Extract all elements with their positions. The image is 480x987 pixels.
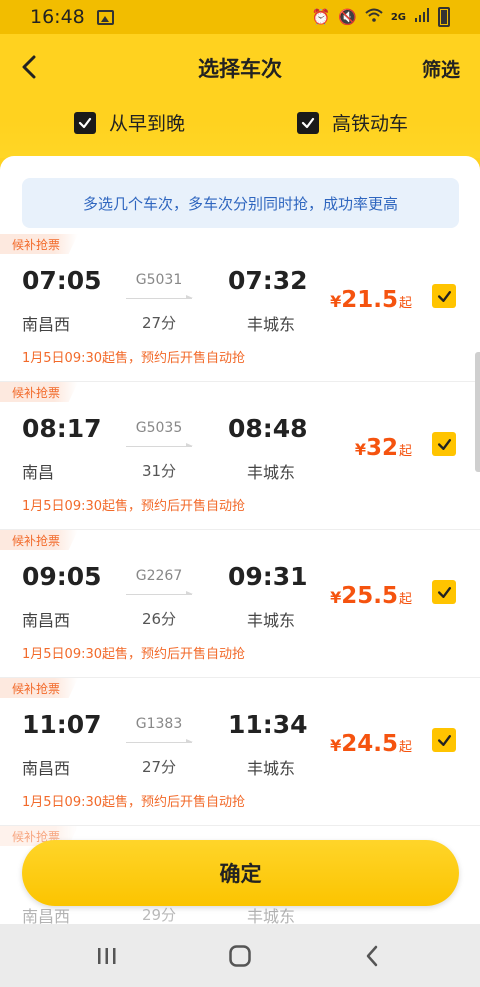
duration: 27分 (141, 314, 177, 332)
departure-time: 07:05 (22, 266, 102, 295)
price-suffix: 起 (398, 444, 412, 459)
select-train-checkbox[interactable] (432, 432, 456, 456)
status-time: 16:48 (30, 6, 85, 28)
duration: 31分 (141, 462, 177, 480)
duration: 26分 (141, 610, 177, 628)
train-list-panel: 多选几个车次，多车次分别同时抢，成功率更高 候补抢票 07:05 G5031 0… (0, 156, 480, 936)
back-arrow-icon (367, 945, 378, 966)
checkbox-checked-icon[interactable] (297, 111, 319, 134)
train-row[interactable]: 候补抢票 11:07 G1383 11:34 南昌西 27分 丰城东 ¥ 24.… (0, 678, 480, 826)
select-train-checkbox[interactable] (432, 728, 456, 752)
currency-symbol: ¥ (330, 588, 342, 607)
duration: 27分 (141, 758, 177, 776)
train-row[interactable]: 候补抢票 08:17 G5035 08:48 南昌 31分 丰城东 ¥ 32 起… (0, 382, 480, 530)
option-label: 从早到晚 (109, 113, 186, 135)
departure-station: 南昌西 (22, 315, 71, 334)
home-icon (229, 944, 251, 967)
checkbox-checked-icon[interactable] (74, 111, 96, 134)
mute-icon: 🔇 (338, 8, 357, 26)
train-number: G2267 (135, 568, 183, 584)
option-high-speed[interactable]: 高铁动车 (297, 109, 408, 136)
arrival-time: 11:34 (228, 710, 308, 739)
currency-symbol: ¥ (354, 440, 366, 459)
page-title: 选择车次 (198, 57, 282, 81)
price: ¥ 21.5 起 (330, 287, 412, 313)
arrow-icon (126, 295, 193, 299)
check-icon (437, 586, 451, 598)
arrival-time: 07:32 (228, 266, 308, 295)
check-icon (437, 290, 451, 302)
arrival-time: 09:31 (228, 562, 308, 591)
currency-symbol: ¥ (330, 736, 342, 755)
alarm-icon: ⏰ (311, 8, 331, 26)
price-suffix: 起 (398, 296, 412, 311)
currency-symbol: ¥ (330, 292, 342, 311)
price: ¥ 32 起 (355, 435, 412, 461)
train-number: G1383 (135, 716, 183, 732)
arrow-icon (126, 739, 193, 743)
home-button[interactable] (220, 936, 260, 976)
confirm-button[interactable]: 确定 (22, 840, 459, 906)
sale-note: 1月5日09:30起售，预约后开售自动抢 (22, 499, 246, 514)
recent-apps-button[interactable] (87, 936, 127, 976)
arrival-station: 丰城东 (247, 759, 296, 778)
header: 选择车次 筛选 从早到晚 高铁动车 (0, 34, 480, 158)
departure-time: 11:07 (22, 710, 102, 739)
departure-station: 南昌西 (22, 759, 71, 778)
arrival-station: 丰城东 (247, 611, 296, 630)
sale-note: 1月5日09:30起售，预约后开售自动抢 (22, 795, 246, 810)
sale-note: 1月5日09:30起售，预约后开售自动抢 (22, 351, 246, 366)
waitlist-tag: 候补抢票 (0, 234, 79, 254)
system-nav-bar (0, 924, 480, 987)
train-row[interactable]: 候补抢票 09:05 G2267 09:31 南昌西 26分 丰城东 ¥ 25.… (0, 530, 480, 678)
sale-note: 1月5日09:30起售，预约后开售自动抢 (22, 647, 246, 662)
departure-time: 08:17 (22, 414, 102, 443)
price: ¥ 24.5 起 (330, 731, 412, 757)
select-train-checkbox[interactable] (432, 284, 456, 308)
recent-apps-icon (97, 947, 116, 964)
departure-station: 南昌 (22, 463, 55, 482)
waitlist-tag: 候补抢票 (0, 382, 79, 402)
signal-icon (414, 7, 430, 27)
info-notice: 多选几个车次，多车次分别同时抢，成功率更高 (22, 178, 459, 228)
train-row[interactable]: 候补抢票 07:05 G5031 07:32 南昌西 27分 丰城东 ¥ 21.… (0, 234, 480, 382)
wifi-icon (365, 8, 383, 26)
price-amount: 21.5 (341, 287, 398, 313)
price-amount: 25.5 (341, 583, 398, 609)
departure-station: 南昌西 (22, 611, 71, 630)
option-early-to-late[interactable]: 从早到晚 (74, 109, 185, 136)
price: ¥ 25.5 起 (330, 583, 412, 609)
status-bar: 16:48 ⏰ 🔇 2G (0, 0, 480, 34)
arrival-time: 08:48 (228, 414, 308, 443)
train-number: G5031 (135, 272, 183, 288)
check-icon (437, 438, 451, 450)
duration: 29分 (141, 906, 177, 924)
back-nav-button[interactable] (353, 936, 393, 976)
price-amount: 24.5 (341, 731, 398, 757)
arrow-icon (126, 443, 193, 447)
edge-panel-handle[interactable] (475, 352, 480, 472)
select-train-checkbox[interactable] (432, 580, 456, 604)
arrival-station: 丰城东 (247, 463, 296, 482)
check-icon (437, 734, 451, 746)
price-amount: 32 (365, 435, 398, 461)
gallery-notification-icon (96, 9, 114, 25)
train-number: G5035 (135, 420, 183, 436)
filter-button[interactable]: 筛选 (422, 55, 460, 82)
battery-icon (438, 7, 450, 27)
waitlist-tag: 候补抢票 (0, 678, 79, 698)
departure-time: 09:05 (22, 562, 102, 591)
option-label: 高铁动车 (332, 113, 409, 135)
arrival-station: 丰城东 (247, 315, 296, 334)
network-type-label: 2G (390, 11, 406, 23)
waitlist-tag: 候补抢票 (0, 530, 79, 550)
price-suffix: 起 (398, 740, 412, 755)
arrow-icon (126, 591, 193, 595)
price-suffix: 起 (398, 592, 412, 607)
